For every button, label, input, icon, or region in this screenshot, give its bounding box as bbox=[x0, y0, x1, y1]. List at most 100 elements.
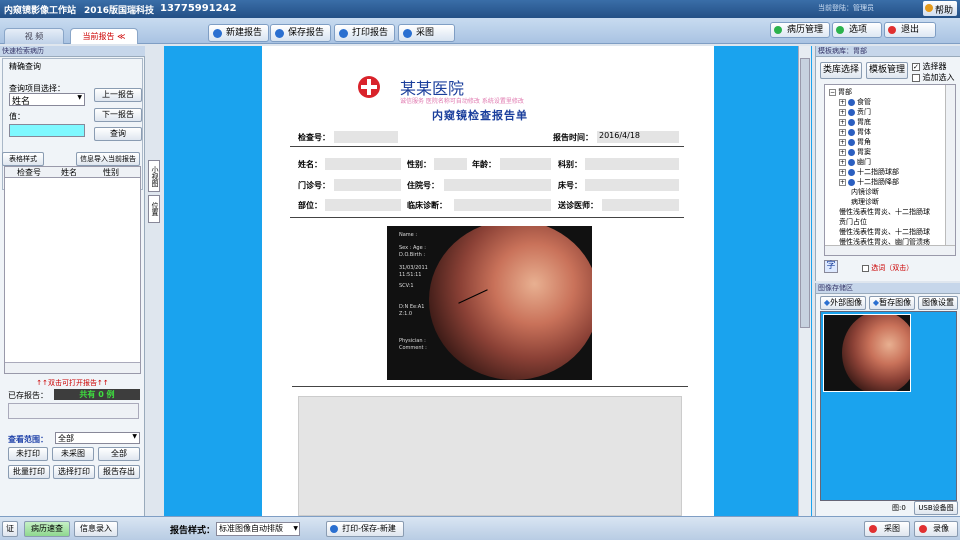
tree-root[interactable]: − 胃部 bbox=[829, 87, 852, 97]
print-icon bbox=[339, 29, 348, 38]
char-button[interactable]: 字 bbox=[824, 260, 838, 273]
horizontal-scrollbar[interactable] bbox=[5, 362, 140, 373]
import-info-button[interactable]: 信息导入当前报告 bbox=[76, 152, 140, 166]
all-button[interactable]: 全部 bbox=[98, 447, 140, 461]
report-time-field[interactable]: 2016/4/18 bbox=[597, 131, 679, 143]
checkbox-icon bbox=[912, 73, 920, 82]
pause-image-button[interactable]: ◆暂存图像 bbox=[869, 296, 915, 310]
cert-button[interactable]: 证 bbox=[2, 521, 18, 537]
diagnosis-area[interactable] bbox=[298, 396, 682, 516]
query-item-select[interactable]: 姓名 ▼ bbox=[9, 93, 85, 107]
not-captured-button[interactable]: 未采图 bbox=[52, 447, 94, 461]
append-checkbox[interactable]: 追加选入 bbox=[912, 72, 955, 83]
check-no-label: 检查号： bbox=[298, 133, 330, 142]
name-field[interactable] bbox=[325, 158, 401, 170]
tree-leaf[interactable]: 贲门占位 bbox=[839, 217, 867, 227]
green-dot-icon bbox=[836, 26, 844, 34]
batch-print-button[interactable]: 批量打印 bbox=[8, 465, 50, 479]
inpatient-no-field[interactable] bbox=[444, 179, 551, 191]
sending-doctor-field[interactable] bbox=[602, 199, 679, 211]
not-printed-button[interactable]: 未打印 bbox=[8, 447, 48, 461]
category-select-button[interactable]: 类库选择 bbox=[820, 62, 862, 79]
tab-small-view[interactable]: 小视图 bbox=[148, 160, 160, 192]
tree-leaf[interactable]: 病理诊断 bbox=[851, 197, 879, 207]
node-icon bbox=[848, 128, 855, 136]
clinic-no-field[interactable] bbox=[334, 179, 401, 191]
template-tree[interactable]: − 胃部 + 食管 + 贲门 + 胃底 + 胃体 + 胃角 + 胃窦 + 幽门 + 十二指肠球部 … bbox=[824, 84, 956, 256]
title-bar: 内窥镜影像工作站 2016版 国瑞科技 13775991242 当前登陆：管理员… bbox=[0, 0, 960, 18]
dept-field[interactable] bbox=[585, 158, 679, 170]
checkbox-checked-icon: ✓ bbox=[912, 62, 920, 71]
tree-leaf[interactable]: 内镜诊断 bbox=[851, 187, 879, 197]
save-report-button[interactable]: 保存报告 bbox=[270, 24, 332, 42]
tree-scrollbar[interactable] bbox=[945, 85, 955, 245]
scroll-thumb[interactable] bbox=[800, 58, 810, 328]
prev-report-button[interactable]: 上一报告 bbox=[94, 88, 142, 102]
new-report-button[interactable]: 新建报告 bbox=[208, 24, 270, 42]
image-settings-button[interactable]: 图像设置 bbox=[918, 296, 958, 310]
template-manage-button[interactable]: 模板管理 bbox=[866, 62, 908, 79]
help-button[interactable]: 帮助 bbox=[923, 1, 957, 16]
capture-bottom-button[interactable]: 采图 bbox=[864, 521, 910, 537]
tree-node[interactable]: + 幽门 bbox=[839, 157, 871, 167]
next-report-button[interactable]: 下一报告 bbox=[94, 108, 142, 122]
history-button[interactable]: 病历管理 bbox=[770, 22, 830, 38]
gender-field[interactable] bbox=[434, 158, 467, 170]
image-count: 图:0 bbox=[892, 504, 906, 512]
range-select[interactable]: 全部 ▼ bbox=[55, 432, 140, 444]
capture-button[interactable]: 采图 bbox=[398, 24, 455, 42]
print-report-button[interactable]: 打印报告 bbox=[334, 24, 396, 42]
tab-position[interactable]: 位置 bbox=[148, 195, 160, 223]
hospital-subtitle: 诚信服务 医院名称可自动修改 系统设置里修改 bbox=[400, 98, 524, 105]
tree-hscrollbar[interactable] bbox=[825, 245, 955, 255]
vertical-scrollbar[interactable] bbox=[798, 46, 811, 516]
quick-search-button[interactable]: 病历速查 bbox=[24, 521, 70, 537]
print-save-new-button[interactable]: 打印-保存-新建 bbox=[326, 521, 404, 537]
site-field[interactable] bbox=[325, 199, 401, 211]
exit-button[interactable]: 退出 bbox=[884, 22, 936, 38]
clinical-diag-field[interactable] bbox=[454, 199, 551, 211]
tree-leaf[interactable]: 慢性浅表性胃炎、十二指肠球 bbox=[839, 207, 930, 217]
selector-checkbox[interactable]: ✓ 选择器 bbox=[912, 61, 947, 72]
usb-image-button[interactable]: USB设备图像 bbox=[914, 501, 958, 524]
patient-table[interactable]: 检查号 姓名 性别 bbox=[4, 166, 141, 374]
table-style-tab[interactable]: 表格样式 bbox=[2, 152, 44, 166]
tree-node[interactable]: + 十二指肠球部 bbox=[839, 167, 899, 177]
query-button[interactable]: 查询 bbox=[94, 127, 142, 141]
info-entry-button[interactable]: 信息录入 bbox=[74, 521, 118, 537]
tree-node[interactable]: + 胃体 bbox=[839, 127, 871, 137]
bed-no-field[interactable] bbox=[585, 179, 679, 191]
node-icon bbox=[848, 98, 855, 106]
value-input[interactable] bbox=[9, 124, 85, 137]
tree-node[interactable]: + 胃角 bbox=[839, 137, 871, 147]
tab-current-report[interactable]: 当前报告 ≪ bbox=[70, 28, 138, 44]
age-field[interactable] bbox=[500, 158, 551, 170]
report-style-select[interactable]: 标准图像自动排版 ▼ bbox=[216, 522, 300, 536]
image-store-area[interactable] bbox=[820, 311, 957, 501]
image-store-title: 图像存储区 bbox=[816, 283, 960, 294]
select-dbl-checkbox[interactable]: 选词（双击） bbox=[862, 263, 913, 273]
stored-image-thumb[interactable] bbox=[823, 314, 911, 392]
bed-no-label: 床号： bbox=[558, 181, 582, 190]
endoscopy-image[interactable]: Name : Sex : Age : D.O.Birth : 31/03/201… bbox=[387, 226, 592, 380]
node-icon bbox=[848, 148, 855, 156]
dept-label: 科别： bbox=[558, 160, 582, 169]
tree-leaf[interactable]: 慢性浅表性胃炎、十二指肠球 bbox=[839, 227, 930, 237]
record-button[interactable]: 录像 bbox=[914, 521, 958, 537]
phone-number: 13775991242 bbox=[160, 3, 237, 14]
tree-node[interactable]: + 十二指肠降部 bbox=[839, 177, 899, 187]
options-button[interactable]: 选项 bbox=[832, 22, 882, 38]
report-title: 内窥镜检查报告单 bbox=[432, 109, 528, 122]
tree-node[interactable]: + 胃底 bbox=[839, 117, 871, 127]
tree-node[interactable]: + 胃窦 bbox=[839, 147, 871, 157]
report-save-button[interactable]: 报告存出 bbox=[98, 465, 140, 479]
tree-node[interactable]: + 食管 bbox=[839, 97, 871, 107]
tab-video[interactable]: 视 频 bbox=[4, 28, 64, 44]
external-image-button[interactable]: ◆外部图像 bbox=[820, 296, 866, 310]
gender-label: 性别： bbox=[407, 160, 431, 169]
name-label: 姓名： bbox=[298, 160, 322, 169]
select-print-button[interactable]: 选择打印 bbox=[53, 465, 95, 479]
tree-node[interactable]: + 贲门 bbox=[839, 107, 871, 117]
check-no-field[interactable] bbox=[334, 131, 398, 143]
template-panel: 模板病库：胃部 类库选择 模板管理 ✓ 选择器 追加选入 − 胃部 + 食管 + 贲门… bbox=[815, 46, 960, 281]
